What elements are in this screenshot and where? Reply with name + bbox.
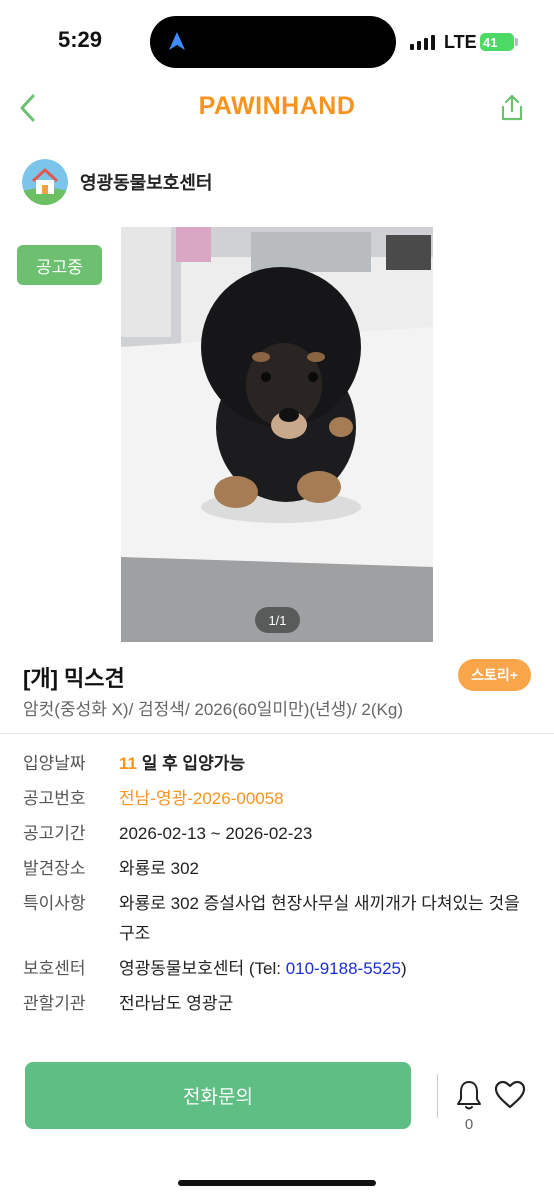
battery-icon: 41 — [480, 33, 514, 51]
info-label: 공고기간 — [23, 824, 86, 843]
info-label: 보호센터 — [23, 959, 86, 978]
favorite-button[interactable] — [493, 1078, 527, 1112]
signal-bars-icon — [410, 34, 435, 50]
info-label: 입양날짜 — [23, 754, 86, 773]
animal-photo[interactable] — [121, 227, 433, 642]
shelter-profile[interactable]: 영광동물보호센터 — [22, 158, 212, 206]
notification-button[interactable] — [452, 1078, 486, 1112]
info-row-authority: 관할기관 전라남도 영광군 — [23, 989, 533, 1019]
animal-summary: 암컷(중성화 X)/ 검정색/ 2026(60일미만)(년생)/ 2(Kg) — [23, 700, 403, 719]
info-row-adopt-date: 입양날짜 11 일 후 입양가능 — [23, 749, 533, 779]
story-button[interactable]: 스토리+ — [458, 659, 531, 691]
heart-icon — [494, 1080, 526, 1109]
shelter-phone-link[interactable]: 010-9188-5525 — [286, 959, 401, 978]
info-row-notes: 특이사항 와룡로 302 증설사업 현장사무실 새끼개가 다쳐있는 것을 구조 — [23, 889, 533, 949]
notice-period-value: 2026-02-13 ~ 2026-02-23 — [119, 824, 313, 843]
network-type: LTE — [444, 32, 477, 52]
info-label: 특이사항 — [23, 894, 86, 913]
animal-title: [개] 믹스견 — [23, 666, 125, 691]
photo-counter: 1/1 — [255, 607, 300, 633]
info-row-shelter: 보호센터 영광동물보호센터 (Tel: 010-9188-5525) — [23, 954, 533, 984]
info-label: 관할기관 — [23, 994, 86, 1013]
dynamic-island — [150, 16, 396, 68]
adopt-suffix: 일 후 입양가능 — [136, 754, 245, 773]
house-logo-icon — [22, 159, 68, 205]
call-button[interactable]: 전화문의 — [25, 1062, 411, 1129]
shelter-contact-name: 영광동물보호센터 (Tel: — [119, 959, 286, 978]
status-time: 5:29 — [58, 27, 103, 52]
notification-count: 0 — [464, 1116, 474, 1133]
location-arrow-icon — [168, 31, 186, 56]
section-divider — [0, 733, 554, 734]
share-button[interactable] — [492, 88, 532, 128]
share-icon — [501, 94, 523, 121]
shelter-contact-close: ) — [401, 959, 407, 978]
info-label: 공고번호 — [23, 789, 86, 808]
home-indicator — [178, 1180, 376, 1186]
notes-value: 와룡로 302 증설사업 현장사무실 새끼개가 다쳐있는 것을 구조 — [119, 894, 520, 943]
app-header: PAWINHAND — [0, 80, 554, 136]
info-row-found-place: 발견장소 와룡로 302 — [23, 854, 533, 884]
adopt-date-value: 11 일 후 입양가능 — [119, 749, 533, 779]
shelter-contact-value: 영광동물보호센터 (Tel: 010-9188-5525) — [119, 954, 533, 984]
status-badge: 공고중 — [17, 245, 102, 285]
info-label: 발견장소 — [23, 859, 86, 878]
bell-icon — [457, 1081, 481, 1110]
adopt-days: 11 — [119, 754, 137, 773]
battery-tip — [515, 38, 518, 46]
shelter-name: 영광동물보호센터 — [80, 173, 213, 193]
authority-value: 전라남도 영광군 — [119, 994, 234, 1013]
notice-number-value: 전남-영광-2026-00058 — [119, 789, 284, 808]
found-place-value: 와룡로 302 — [119, 859, 200, 878]
bottom-divider — [437, 1074, 438, 1118]
brand-logo: PAWINHAND — [198, 92, 356, 120]
battery-level: 41 — [483, 34, 498, 50]
info-row-notice-period: 공고기간 2026-02-13 ~ 2026-02-23 — [23, 819, 533, 849]
info-row-notice-number: 공고번호 전남-영광-2026-00058 — [23, 784, 533, 814]
status-bar: 5:29 LTE 41 — [0, 0, 554, 80]
